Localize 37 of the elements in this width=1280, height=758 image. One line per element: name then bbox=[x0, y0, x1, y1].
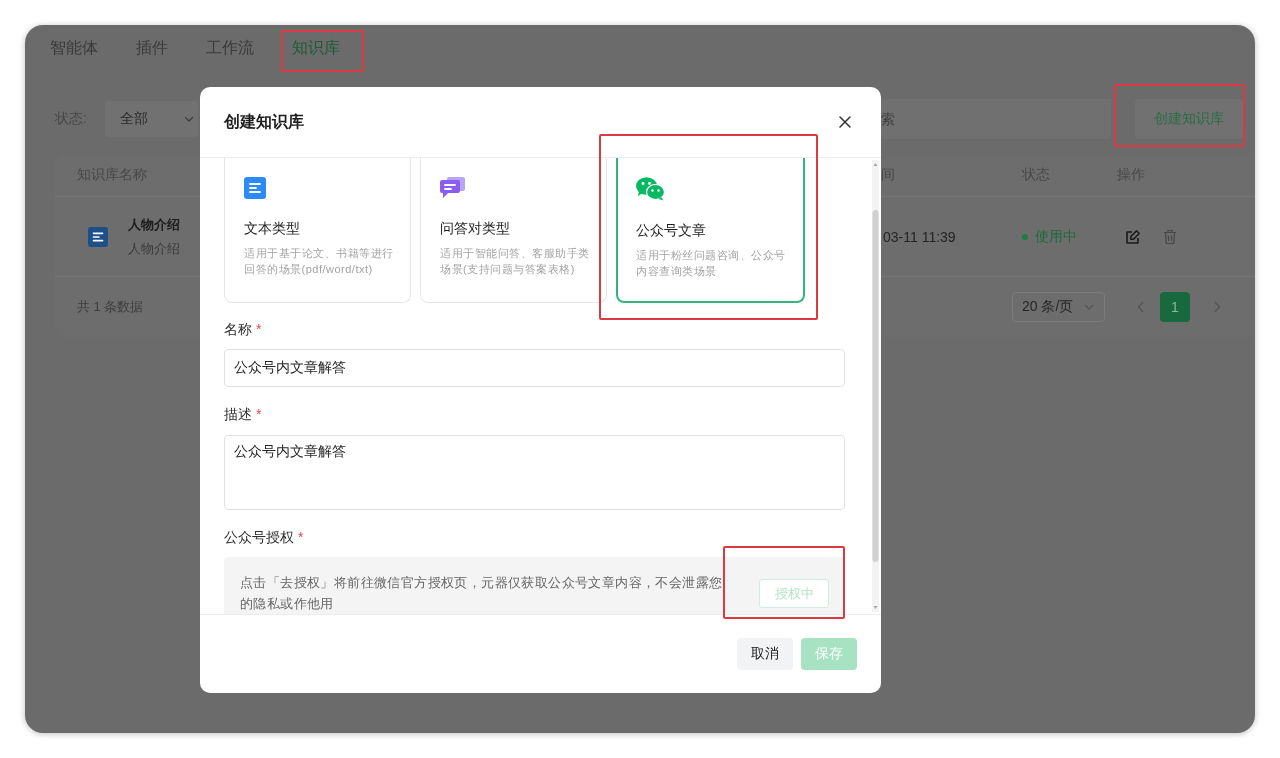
status-text: 使用中 bbox=[1035, 227, 1077, 246]
previous-page-icon[interactable] bbox=[1137, 301, 1145, 313]
status-dot-icon bbox=[1022, 233, 1028, 240]
chat-bubbles-icon bbox=[636, 177, 665, 201]
name-input[interactable]: 公众号内文章解答 bbox=[224, 349, 845, 387]
type-description: 适用于基于论文、书籍等进行回答的场景(pdf/word/txt) bbox=[244, 246, 395, 277]
status-select[interactable]: 全部 bbox=[105, 101, 198, 137]
page-button[interactable]: 1 bbox=[1160, 292, 1190, 322]
field-label: 公众号授权 * bbox=[224, 528, 304, 547]
dialog-title: 创建知识库 bbox=[224, 111, 304, 132]
type-card[interactable]: 文本类型 适用于基于论文、书籍等进行回答的场景(pdf/word/txt) bbox=[224, 158, 411, 303]
close-icon[interactable] bbox=[839, 116, 851, 128]
type-title: 文本类型 bbox=[244, 219, 300, 238]
field-label: 描述 * bbox=[224, 405, 262, 424]
page-size-select[interactable]: 20 条/页 bbox=[1012, 292, 1105, 322]
field-label: 名称 * bbox=[224, 320, 262, 339]
cancel-button[interactable]: 取消 bbox=[737, 638, 793, 670]
nav-tab[interactable]: 知识库 bbox=[292, 36, 340, 60]
type-description: 适用于智能问答、客服助手类场景(支持问题与答案表格) bbox=[440, 246, 591, 277]
type-card[interactable]: 公众号文章 适用于粉丝问题咨询、公众号内容查询类场景 bbox=[616, 158, 805, 303]
document-icon bbox=[88, 226, 108, 247]
table-cell-text: 03-11 11:39 bbox=[882, 228, 957, 245]
authorization-notice: 点击「去授权」将前往微信官方授权页，元器仅获取公众号文章内容，不会泄露您的隐私或作他用 bbox=[240, 574, 724, 613]
description-input[interactable]: 公众号内文章解答 bbox=[224, 435, 845, 510]
delete-icon[interactable] bbox=[1163, 228, 1177, 245]
scrollbar[interactable] bbox=[872, 160, 879, 612]
type-title: 问答对类型 bbox=[440, 219, 510, 238]
caret-icon bbox=[1084, 302, 1094, 312]
caret-icon bbox=[184, 114, 194, 124]
type-card[interactable]: 问答对类型 适用于智能问答、客服助手类场景(支持问题与答案表格) bbox=[420, 158, 607, 303]
message-icon bbox=[440, 177, 465, 199]
document-icon bbox=[244, 177, 266, 199]
next-page-icon[interactable] bbox=[1213, 301, 1221, 313]
type-description: 适用于粉丝问题咨询、公众号内容查询类场景 bbox=[636, 248, 787, 279]
type-title: 公众号文章 bbox=[636, 221, 706, 240]
edit-icon[interactable] bbox=[1125, 228, 1141, 245]
knowledge-base-name: 人物介绍 bbox=[128, 215, 180, 234]
